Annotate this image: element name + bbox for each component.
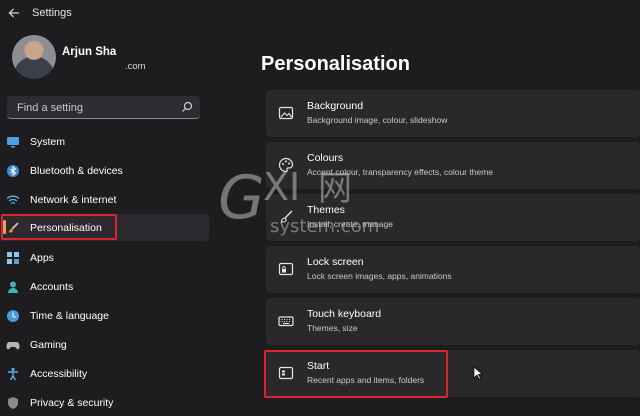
sidebar-item-label: Accounts [30, 281, 74, 293]
monitor-icon [6, 135, 20, 149]
svg-text:G: G [218, 163, 265, 233]
card-subtitle: Themes, size [307, 323, 358, 333]
sidebar-item-privacy-security[interactable]: Privacy & security [0, 389, 210, 416]
shield-icon [6, 396, 20, 410]
sidebar-item-label: Privacy & security [30, 397, 114, 409]
card-subtitle: Install, create, manage [307, 219, 393, 229]
search-box[interactable] [7, 96, 200, 119]
highlight-box-start [264, 350, 448, 398]
sidebar-item-label: Apps [30, 252, 54, 264]
card-title: Colours [307, 152, 344, 164]
card-subtitle: Accent colour, transparency effects, col… [307, 167, 493, 177]
page-title: Personalisation [261, 53, 410, 75]
settings-card-colours[interactable]: Colours Accent colour, transparency effe… [266, 142, 640, 189]
card-title: Themes [307, 204, 345, 216]
card-title: Background [307, 100, 364, 112]
wifi-icon [6, 193, 20, 207]
title-bar: Settings [0, 0, 640, 28]
search-input[interactable] [15, 99, 179, 117]
card-subtitle: Lock screen images, apps, animations [307, 271, 452, 281]
lock-screen-icon [278, 261, 294, 277]
globe-clock-icon [6, 309, 20, 323]
person-icon [6, 280, 20, 294]
bluetooth-icon [6, 164, 20, 178]
avatar[interactable] [12, 35, 56, 79]
keyboard-icon [278, 313, 294, 329]
app-title: Settings [32, 7, 72, 19]
settings-card-lock-screen[interactable]: Lock screen Lock screen images, apps, an… [266, 246, 640, 293]
sidebar-item-bluetooth[interactable]: Bluetooth & devices [0, 157, 210, 184]
mouse-cursor-icon [473, 366, 483, 380]
user-name: Arjun Sha [62, 46, 117, 58]
sidebar-item-network[interactable]: Network & internet [0, 186, 210, 213]
back-arrow-icon[interactable] [6, 6, 22, 22]
palette-icon [278, 157, 294, 173]
user-email: .com [125, 61, 146, 72]
sidebar-item-label: Gaming [30, 339, 67, 351]
settings-card-touch-keyboard[interactable]: Touch keyboard Themes, size [266, 298, 640, 345]
sidebar-item-label: Bluetooth & devices [30, 165, 123, 177]
sidebar-item-label: System [30, 136, 66, 148]
accessibility-icon [6, 367, 20, 381]
sidebar-item-apps[interactable]: Apps [0, 244, 210, 271]
highlight-box-personalisation [1, 214, 117, 240]
gamepad-icon [6, 338, 20, 352]
card-title: Touch keyboard [307, 308, 382, 320]
sidebar-item-time-language[interactable]: Time & language [0, 302, 210, 329]
search-icon[interactable] [180, 100, 194, 114]
sidebar-item-label: Network & internet [30, 194, 117, 206]
card-title: Lock screen [307, 256, 364, 268]
image-icon [278, 105, 294, 121]
sidebar-item-accessibility[interactable]: Accessibility [0, 360, 210, 387]
sidebar-item-label: Time & language [30, 310, 109, 322]
sidebar-item-gaming[interactable]: Gaming [0, 331, 210, 358]
settings-card-themes[interactable]: Themes Install, create, manage [266, 194, 640, 241]
sidebar-item-accounts[interactable]: Accounts [0, 273, 210, 300]
brush-icon [278, 209, 294, 225]
settings-card-background[interactable]: Background Background image, colour, sli… [266, 90, 640, 137]
card-subtitle: Background image, colour, slideshow [307, 115, 448, 125]
sidebar-item-label: Accessibility [30, 368, 88, 380]
sidebar-item-system[interactable]: System [0, 128, 210, 155]
apps-grid-icon [6, 251, 20, 265]
